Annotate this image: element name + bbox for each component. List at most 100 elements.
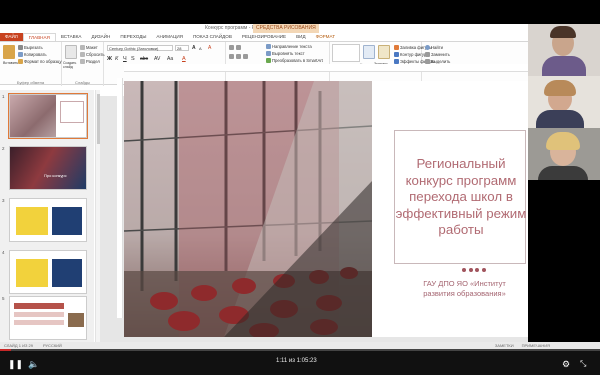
title-placeholder[interactable]: Региональный конкурс программ перехода ш… (394, 130, 526, 264)
replace-icon (425, 52, 430, 57)
tab-format[interactable]: ФОРМАТ (311, 33, 340, 41)
slide-photo[interactable] (124, 81, 372, 337)
group-label: Слайды (75, 80, 90, 85)
font-size-combo[interactable]: 28 (175, 45, 189, 51)
classroom-photo (124, 81, 372, 337)
align-right-icon[interactable] (243, 54, 248, 59)
section-button[interactable]: Раздел (80, 59, 100, 64)
grow-font-button[interactable]: A (192, 45, 196, 51)
layout-button[interactable]: Макет (80, 45, 98, 50)
thumbnail-block (52, 207, 82, 235)
underline-button[interactable]: Ч (123, 56, 127, 62)
pause-button[interactable]: ❚❚ (8, 359, 23, 369)
tab-animation[interactable]: АНИМАЦИЯ (151, 33, 188, 41)
quick-styles-icon[interactable] (378, 45, 390, 59)
participant-hair (550, 26, 576, 38)
copy-button[interactable]: Копировать (18, 52, 47, 57)
tab-insert[interactable]: ВСТАВКА (56, 33, 87, 41)
tab-home[interactable]: ГЛАВНАЯ (22, 33, 56, 41)
reset-button[interactable]: Сбросить (80, 52, 105, 57)
slide-thumbnail[interactable] (9, 198, 87, 242)
slide-number: 1 (2, 94, 5, 99)
slide-thumbnail[interactable] (9, 296, 87, 340)
align-left-icon[interactable] (229, 54, 234, 59)
section-icon (80, 59, 85, 64)
bullets-icon[interactable] (229, 45, 234, 50)
align-text-icon (266, 51, 271, 56)
smartart-button[interactable]: Преобразовать в SmartArt (266, 58, 323, 63)
notes-button[interactable]: ЗАМЕТКИ (495, 343, 514, 348)
dot (475, 268, 479, 272)
find-button[interactable]: Найти (425, 45, 443, 50)
exit-fullscreen-icon[interactable]: ⤡ (580, 359, 586, 369)
new-slide-icon[interactable] (65, 45, 77, 59)
text-direction-icon (266, 44, 271, 49)
slide-thumbnail[interactable] (8, 93, 88, 139)
replace-button[interactable]: Заменить (425, 52, 450, 57)
group-clipboard: Вставить Вырезать Копировать Формат по о… (0, 42, 62, 86)
reset-icon (80, 52, 85, 57)
align-text-button[interactable]: Выровнять текст (266, 51, 305, 56)
font-color-button[interactable]: A (182, 56, 186, 62)
participant-body (536, 110, 584, 128)
thumbnail-block (14, 312, 64, 317)
slide-organization[interactable]: ГАУ ДПО ЯО «Институт развития образовани… (412, 279, 517, 298)
thumbnail-row[interactable]: 5 (2, 296, 90, 342)
slide-thumbnails-pane: 1 2 Про конкурс 3 4 5 (0, 90, 94, 342)
paste-button[interactable]: Вставить (3, 61, 18, 65)
thumbnail-row[interactable]: 2 Про конкурс (2, 146, 90, 192)
slide-canvas[interactable]: Региональный конкурс программ перехода ш… (124, 81, 528, 337)
thumbnail-row[interactable]: 1 (2, 93, 90, 140)
new-slide-button[interactable]: Создать слайд (63, 61, 79, 69)
bold-button[interactable]: Ж (107, 56, 112, 62)
vertical-ruler (117, 78, 123, 318)
volume-icon[interactable]: 🔈 (28, 359, 39, 369)
align-center-icon[interactable] (236, 54, 241, 59)
clear-format-button[interactable]: A (208, 45, 211, 51)
video-progress-bar[interactable] (0, 349, 600, 351)
numbering-icon[interactable] (236, 45, 241, 50)
slide-title[interactable]: Региональный конкурс программ перехода ш… (395, 156, 527, 239)
slide-number: 3 (2, 198, 5, 203)
case-button[interactable]: Aa (167, 56, 173, 62)
cut-button[interactable]: Вырезать (18, 45, 43, 50)
tab-view[interactable]: ВИД (291, 33, 310, 41)
comments-button[interactable]: ПРИМЕЧАНИЯ (522, 343, 550, 348)
thumbnail-block (14, 320, 64, 325)
copy-icon (18, 52, 23, 57)
shrink-font-button[interactable]: A (199, 46, 202, 51)
text-direction-button[interactable]: Направление текста (266, 44, 312, 49)
group-slides: Создать слайд Макет Сбросить Раздел Слай… (62, 42, 105, 86)
webcam-participant-3 (528, 128, 600, 180)
italic-button[interactable]: К (115, 56, 118, 62)
arrange-icon[interactable] (363, 45, 375, 59)
settings-icon[interactable]: ⚙ (562, 359, 570, 369)
brush-icon (18, 59, 23, 64)
participant-body (542, 56, 586, 76)
thumbnail-block (16, 207, 48, 235)
context-tab-drawing-tools[interactable]: СРЕДСТВА РИСОВАНИЯ (253, 24, 319, 33)
paste-icon[interactable] (3, 45, 15, 59)
strike-button[interactable]: abc (140, 56, 148, 62)
title-bar: Конкурс программ - PowerPoint СРЕДСТВА Р… (0, 24, 528, 33)
language-indicator[interactable]: РУССКИЙ (43, 343, 62, 348)
slide-thumbnail[interactable]: Про конкурс (9, 146, 87, 190)
tab-transitions[interactable]: ПЕРЕХОДЫ (115, 33, 151, 41)
tab-design[interactable]: ДИЗАЙН (86, 33, 115, 41)
status-bar: СЛАЙД 1 ИЗ 29 РУССКИЙ ЗАМЕТКИ ПРИМЕЧАНИЯ (0, 342, 600, 349)
format-painter-button[interactable]: Формат по образцу (18, 59, 62, 64)
shadow-button[interactable]: S (131, 56, 135, 62)
dot (468, 268, 473, 272)
spacing-button[interactable]: AV (154, 56, 160, 62)
thumbnail-row[interactable]: 4 (2, 250, 90, 296)
slide-number: 2 (2, 146, 5, 151)
ribbon-tabs: ФАЙЛ ГЛАВНАЯ ВСТАВКА ДИЗАЙН ПЕРЕХОДЫ АНИ… (0, 33, 528, 41)
tab-slideshow[interactable]: ПОКАЗ СЛАЙДОВ (188, 33, 237, 41)
tab-review[interactable]: РЕЦЕНЗИРОВАНИЕ (237, 33, 291, 41)
thumbnail-text: Про конкурс (44, 173, 67, 178)
thumbnail-row[interactable]: 3 (2, 198, 90, 244)
font-name-combo[interactable]: Century Gothic (Заголовки) (107, 45, 173, 51)
tab-file[interactable]: ФАЙЛ (0, 33, 23, 41)
shapes-gallery[interactable] (332, 44, 360, 62)
slide-thumbnail[interactable] (9, 250, 87, 294)
